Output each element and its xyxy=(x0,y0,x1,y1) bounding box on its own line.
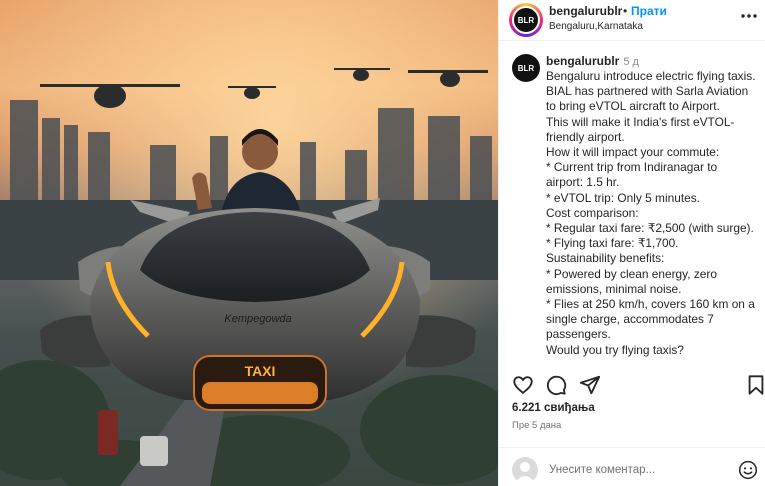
caption-line: * Regular taxi fare: ₹2,500 (with surge)… xyxy=(546,221,754,236)
taxi-sign-text: TAXI xyxy=(245,363,276,379)
caption-line: to bring eVTOL aircraft to Airport. xyxy=(546,99,720,114)
action-bar xyxy=(499,372,765,396)
location-link[interactable]: Bengaluru,Karnataka xyxy=(549,21,643,32)
post-header: BLR bengalurublr • Прати Bengaluru,Karna… xyxy=(499,0,765,41)
caption-line: emissions, minimal noise. xyxy=(546,281,682,296)
vehicle-brand-text: Kempegowda xyxy=(224,313,291,325)
caption-line: passengers. xyxy=(546,327,611,342)
story-ring[interactable]: BLR xyxy=(509,3,543,37)
comment-box xyxy=(499,447,765,486)
caption-line: * Current trip from Indiranagar to xyxy=(546,160,718,175)
follow-button[interactable]: Прати xyxy=(631,4,667,18)
caption-line: single charge, accommodates 7 xyxy=(546,312,714,327)
caption-line: How it will impact your commute: xyxy=(546,145,720,160)
more-horizontal-icon[interactable] xyxy=(741,6,757,24)
caption-line: friendly airport. xyxy=(546,129,625,144)
likes-count[interactable]: 6.221 свиђања xyxy=(512,402,595,414)
caption-line: Cost comparison: xyxy=(546,205,639,220)
emoji-icon[interactable] xyxy=(738,460,758,480)
caption-header: bengalurublr 5 д xyxy=(546,54,639,68)
user-avatar[interactable] xyxy=(512,457,538,483)
heart-icon[interactable] xyxy=(512,374,534,396)
comment-input[interactable] xyxy=(549,460,729,480)
comment-icon[interactable] xyxy=(545,374,567,396)
header-username[interactable]: bengalurublr xyxy=(549,4,622,18)
caption-line: * Powered by clean energy, zero xyxy=(546,266,717,281)
caption-time[interactable]: 5 д xyxy=(623,56,639,68)
caption-line: BIAL has partnered with Sarla Aviation xyxy=(546,84,749,99)
caption-line: * Flying taxi fare: ₹1,700. xyxy=(546,236,679,251)
post-image[interactable]: TAXI Kempegowda xyxy=(0,0,498,486)
caption-line: Sustainability benefits: xyxy=(546,251,665,266)
share-icon[interactable] xyxy=(579,374,601,396)
caption-text: Bengaluru introduce electric flying taxi… xyxy=(546,69,760,358)
flying-taxi-illustration: TAXI Kempegowda xyxy=(0,0,498,486)
caption: BLR bengalurublr 5 д Bengaluru introduce … xyxy=(499,52,765,362)
caption-line: Bengaluru introduce electric flying taxi… xyxy=(546,69,756,83)
caption-line: This will make it India's first eVTOL- xyxy=(546,114,735,129)
caption-line: * Flies at 250 km/h, covers 160 km on a xyxy=(546,297,755,312)
caption-username[interactable]: bengalurublr xyxy=(546,54,619,68)
bookmark-icon[interactable] xyxy=(745,374,765,396)
caption-line: * eVTOL trip: Only 5 minutes. xyxy=(546,190,700,205)
posted-time[interactable]: Пре 5 дана xyxy=(512,420,561,431)
caption-line: Would you try flying taxis? xyxy=(546,342,684,357)
post-detail-panel: BLR bengalurublr • Прати Bengaluru,Karna… xyxy=(498,0,765,486)
separator-dot: • xyxy=(623,4,628,18)
caption-line: airport: 1.5 hr. xyxy=(546,175,620,190)
caption-avatar[interactable]: BLR xyxy=(512,54,540,82)
avatar[interactable]: BLR xyxy=(512,6,540,34)
